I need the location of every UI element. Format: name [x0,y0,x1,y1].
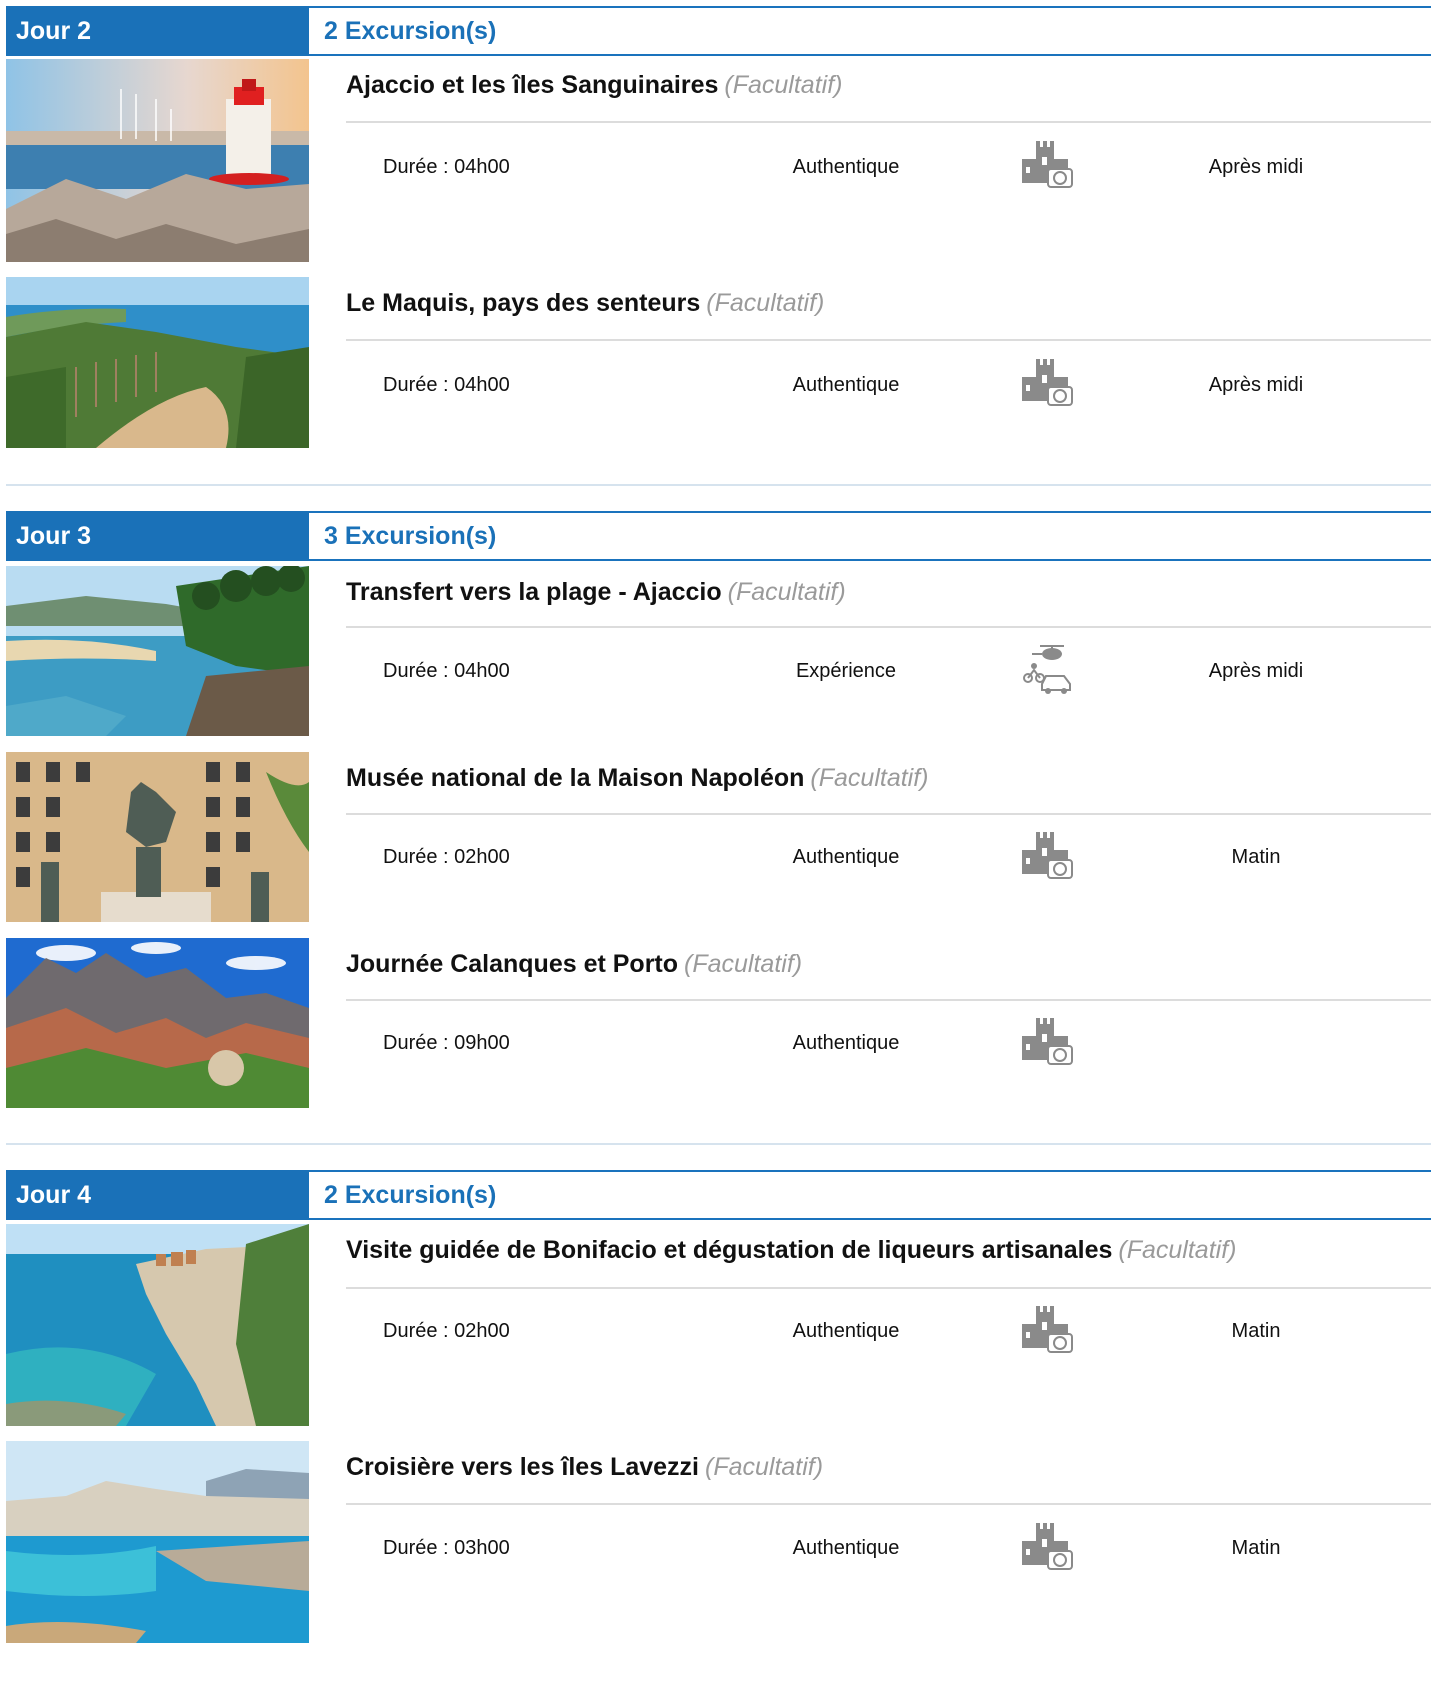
excursion-divider [346,813,1431,815]
excursion-title-text: Transfert vers la plage - Ajaccio [346,578,722,606]
time-of-day: Après midi [1208,156,1304,178]
excursion-title-text: Visite guidée de Bonifacio et dégustatio… [346,1236,1113,1264]
optional-tag: (Facultatif) [724,71,843,99]
day-label: Jour 2 [6,6,309,56]
excursion-divider [346,626,1431,628]
style-text: Authentique [792,156,900,178]
excursion-title-text: Musée national de la Maison Napoléon [346,764,805,792]
excursion-image[interactable] [6,938,309,1108]
day-header: Jour 4 2 Excursion(s) [6,1170,1431,1220]
excursion-count: 2 Excursion(s) [324,17,497,45]
excursion-title[interactable]: Musée national de la Maison Napoléon (Fac… [346,764,929,793]
optional-tag: (Facultatif) [727,578,846,606]
excursion-divider [346,121,1431,123]
duration-text: Durée : 03h00 [383,1537,510,1559]
day-header: Jour 3 3 Excursion(s) [6,511,1431,561]
excursion-count: 2 Excursion(s) [324,1181,497,1209]
castle-camera-icon [1018,357,1074,409]
castle-camera-icon [1018,1304,1074,1356]
optional-tag: (Facultatif) [706,289,825,317]
excursion-image[interactable] [6,1224,309,1426]
excursion-title[interactable]: Ajaccio et les îles Sanguinaires (Faculta… [346,71,842,100]
day-section-3: Jour 3 3 Excursion(s) [6,511,1431,561]
time-of-day: Matin [1231,1320,1281,1342]
optional-tag: (Facultatif) [684,950,803,978]
day-section-2: Jour 2 2 Excursion(s) [6,6,1431,56]
excursion-image[interactable] [6,752,309,922]
style-text: Authentique [792,1320,900,1342]
excursion-image[interactable] [6,59,309,262]
excursion-title-text: Le Maquis, pays des senteurs [346,289,701,317]
castle-camera-icon [1018,830,1074,882]
style-text: Authentique [792,1032,900,1054]
time-of-day: Matin [1231,1537,1281,1559]
castle-camera-icon [1018,1016,1074,1068]
excursion-divider [346,339,1431,341]
castle-camera-icon [1018,1521,1074,1573]
style-text: Expérience [795,660,897,682]
excursion-divider [346,1287,1431,1289]
excursion-title-text: Journée Calanques et Porto [346,950,679,978]
style-text: Authentique [792,846,900,868]
day-section-4: Jour 4 2 Excursion(s) [6,1170,1431,1220]
excursion-count: 3 Excursion(s) [324,522,497,550]
excursion-divider [346,999,1431,1001]
excursion-title[interactable]: Croisière vers les îles Lavezzi (Facultat… [346,1453,823,1482]
excursion-image[interactable] [6,277,309,448]
duration-text: Durée : 04h00 [383,374,510,396]
optional-tag: (Facultatif) [705,1453,824,1481]
day-label: Jour 3 [6,511,309,561]
excursion-title[interactable]: Journée Calanques et Porto (Facultatif) [346,950,802,979]
excursion-image[interactable] [6,566,309,736]
excursion-divider [346,1503,1431,1505]
duration-text: Durée : 04h00 [383,156,510,178]
day-separator [6,1143,1431,1145]
time-of-day: Après midi [1208,660,1304,682]
day-label: Jour 4 [6,1170,309,1220]
excursion-title[interactable]: Le Maquis, pays des senteurs (Facultatif) [346,289,824,318]
excursion-title[interactable]: Visite guidée de Bonifacio et dégustatio… [346,1236,1237,1265]
style-text: Authentique [792,1537,900,1559]
time-of-day: Après midi [1208,374,1304,396]
optional-tag: (Facultatif) [810,764,929,792]
excursion-title-text: Croisière vers les îles Lavezzi [346,1453,699,1481]
day-header: Jour 2 2 Excursion(s) [6,6,1431,56]
duration-text: Durée : 09h00 [383,1032,510,1054]
excursion-image[interactable] [6,1441,309,1643]
excursion-title-text: Ajaccio et les îles Sanguinaires [346,71,719,99]
excursion-title[interactable]: Transfert vers la plage - Ajaccio (Facult… [346,578,846,607]
day-separator [6,484,1431,486]
time-of-day: Matin [1231,846,1281,868]
transport-vehicles-icon [1018,642,1074,694]
duration-text: Durée : 04h00 [383,660,510,682]
duration-text: Durée : 02h00 [383,846,510,868]
castle-camera-icon [1018,139,1074,191]
optional-tag: (Facultatif) [1118,1236,1237,1264]
duration-text: Durée : 02h00 [383,1320,510,1342]
style-text: Authentique [792,374,900,396]
